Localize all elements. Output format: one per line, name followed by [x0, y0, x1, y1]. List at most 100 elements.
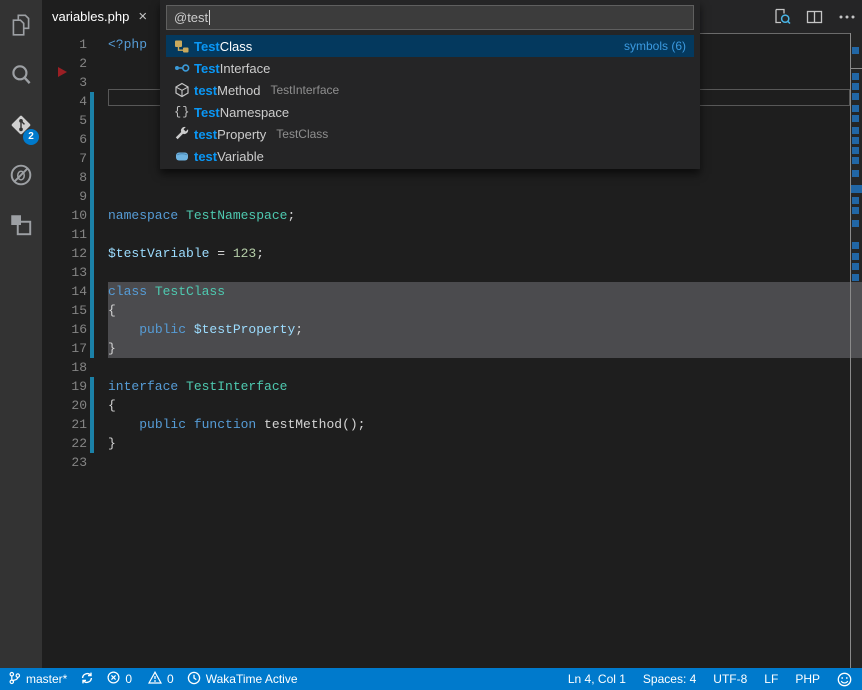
code-line[interactable]: 8: [42, 168, 862, 187]
quick-open-item-testmethod[interactable]: testMethodTestInterface: [166, 79, 694, 101]
quick-open-item-testproperty[interactable]: testPropertyTestClass: [166, 123, 694, 145]
line-number[interactable]: 14: [42, 282, 87, 301]
git-modified-gutter: [90, 263, 94, 282]
code-line[interactable]: 11: [42, 225, 862, 244]
line-number[interactable]: 22: [42, 434, 87, 453]
line-number[interactable]: 19: [42, 377, 87, 396]
tab-variables-php[interactable]: variables.php ×: [42, 0, 160, 33]
git-modified-gutter: [90, 54, 94, 73]
eol-item[interactable]: LF: [764, 672, 778, 686]
sidebar-item-explorer[interactable]: [0, 0, 42, 50]
quick-open-item-testinterface[interactable]: TestInterface: [166, 57, 694, 79]
line-number[interactable]: 6: [42, 130, 87, 149]
git-modified-gutter: [90, 73, 94, 92]
line-number[interactable]: 13: [42, 263, 87, 282]
code-line[interactable]: 14 class TestClass: [42, 282, 862, 301]
sidebar-item-extensions[interactable]: [0, 200, 42, 250]
class-icon: [174, 38, 194, 54]
overview-modified-mark: [852, 197, 859, 204]
line-number[interactable]: 21: [42, 415, 87, 434]
code-line[interactable]: 15{: [42, 301, 862, 320]
code-line[interactable]: 13: [42, 263, 862, 282]
line-number[interactable]: 15: [42, 301, 87, 320]
scm-badge: 2: [23, 129, 39, 145]
feedback-smiley-icon[interactable]: [837, 672, 852, 687]
git-modified-gutter: [90, 35, 94, 54]
line-number[interactable]: 1: [42, 35, 87, 54]
overview-modified-mark: [852, 220, 859, 227]
close-icon[interactable]: ×: [138, 9, 147, 24]
code-line[interactable]: 18: [42, 358, 862, 377]
line-number[interactable]: 9: [42, 187, 87, 206]
git-branch-item[interactable]: master*: [8, 671, 67, 688]
code-line[interactable]: 19interface TestInterface: [42, 377, 862, 396]
code-line[interactable]: 12$testVariable = 123;: [42, 244, 862, 263]
git-modified-gutter: [90, 111, 94, 130]
more-actions-icon[interactable]: [838, 9, 856, 25]
quick-open-list: TestClasssymbols (6)TestInterfacetestMet…: [166, 35, 694, 167]
line-number[interactable]: 8: [42, 168, 87, 187]
interface-icon: [174, 60, 194, 76]
quick-open-item-testclass[interactable]: TestClasssymbols (6): [166, 35, 694, 57]
line-number[interactable]: 12: [42, 244, 87, 263]
quick-open-item-testnamespace[interactable]: {}TestNamespace: [166, 101, 694, 123]
code-text: public function testMethod();: [108, 415, 365, 434]
line-number[interactable]: 17: [42, 339, 87, 358]
status-right: Ln 4, Col 1 Spaces: 4 UTF-8 LF PHP: [568, 672, 862, 687]
quick-open-item-testvariable[interactable]: testVariable: [166, 145, 694, 167]
git-modified-gutter: [90, 320, 94, 339]
quick-open-query: @test: [174, 10, 208, 25]
git-modified-gutter: [90, 396, 94, 415]
symbol-label: testProperty: [194, 127, 266, 142]
overview-modified-mark: [852, 93, 859, 100]
line-number[interactable]: 18: [42, 358, 87, 377]
line-number[interactable]: 20: [42, 396, 87, 415]
line-number[interactable]: 11: [42, 225, 87, 244]
problems-item[interactable]: 0 0: [107, 671, 173, 687]
git-modified-gutter: [90, 168, 94, 187]
sync-button[interactable]: [80, 671, 94, 688]
line-number[interactable]: 2: [42, 54, 87, 73]
code-line[interactable]: 9: [42, 187, 862, 206]
git-modified-gutter: [90, 282, 94, 301]
git-modified-gutter: [90, 92, 94, 111]
code-text: class TestClass: [108, 282, 225, 301]
activity-bar: 2: [0, 0, 42, 668]
wakatime-item[interactable]: WakaTime Active: [187, 671, 298, 688]
code-text: namespace TestNamespace;: [108, 206, 295, 225]
line-number[interactable]: 23: [42, 453, 87, 472]
code-line[interactable]: 23: [42, 453, 862, 472]
line-number[interactable]: 3: [42, 73, 87, 92]
sidebar-item-search[interactable]: [0, 50, 42, 100]
code-line[interactable]: 20{: [42, 396, 862, 415]
encoding-item[interactable]: UTF-8: [713, 672, 747, 686]
split-editor-icon[interactable]: [806, 9, 823, 25]
line-number[interactable]: 5: [42, 111, 87, 130]
symbol-label: TestNamespace: [194, 105, 289, 120]
cursor-position-item[interactable]: Ln 4, Col 1: [568, 672, 626, 686]
extensions-icon: [8, 212, 34, 238]
code-text: public $testProperty;: [108, 320, 303, 339]
open-preview-icon[interactable]: [773, 8, 791, 25]
git-modified-gutter: [90, 149, 94, 168]
language-mode-item[interactable]: PHP: [795, 672, 820, 686]
git-modified-gutter: [90, 301, 94, 320]
sidebar-item-debug[interactable]: [0, 150, 42, 200]
line-number[interactable]: 16: [42, 320, 87, 339]
overview-range-mark: [851, 185, 862, 193]
line-number[interactable]: 7: [42, 149, 87, 168]
quick-open-input[interactable]: @test: [166, 5, 694, 30]
code-line[interactable]: 16 public $testProperty;: [42, 320, 862, 339]
code-line[interactable]: 22}: [42, 434, 862, 453]
line-number[interactable]: 4: [42, 92, 87, 111]
line-number[interactable]: 10: [42, 206, 87, 225]
indentation-item[interactable]: Spaces: 4: [643, 672, 696, 686]
status-bar: master*: [0, 668, 862, 690]
overview-modified-mark: [852, 47, 859, 54]
sidebar-item-source-control[interactable]: 2: [0, 100, 42, 150]
overview-ruler[interactable]: [850, 33, 862, 668]
code-line[interactable]: 17}: [42, 339, 862, 358]
code-line[interactable]: 21 public function testMethod();: [42, 415, 862, 434]
code-line[interactable]: 10 namespace TestNamespace;: [42, 206, 862, 225]
git-modified-gutter: [90, 358, 94, 377]
